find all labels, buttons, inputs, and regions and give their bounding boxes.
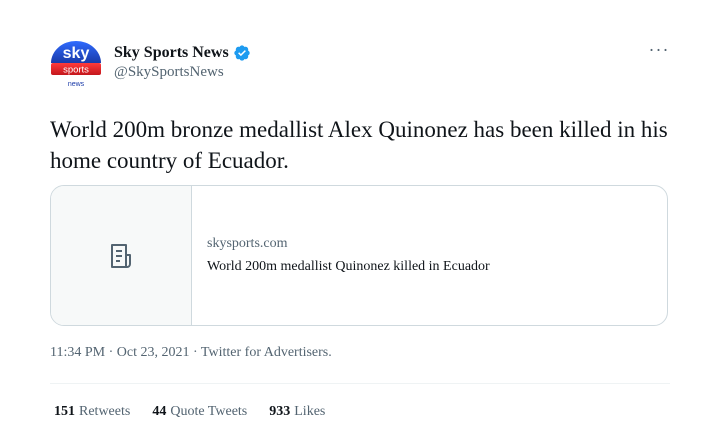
- meta-separator: ·: [193, 345, 198, 360]
- retweets-label: Retweets: [79, 404, 131, 419]
- tweet-time[interactable]: 11:34 PM: [50, 345, 105, 360]
- tweet-stats: 151 Retweets 44 Quote Tweets 933 Likes: [54, 404, 325, 420]
- quote-tweets-label: Quote Tweets: [170, 404, 248, 419]
- avatar[interactable]: sky sports news: [47, 37, 105, 89]
- author-name[interactable]: Sky Sports News: [114, 44, 229, 62]
- likes-count: 933: [269, 404, 291, 419]
- tweet-author: Sky Sports News @SkySportsNews: [114, 44, 251, 81]
- avatar-bottom-text: news: [68, 81, 85, 88]
- likes-label: Likes: [294, 404, 326, 419]
- link-card-thumbnail: [51, 186, 192, 325]
- avatar-top-text: sky: [63, 45, 90, 62]
- link-card-domain: skysports.com: [207, 236, 288, 251]
- author-handle[interactable]: @SkySportsNews: [114, 64, 251, 81]
- retweets-stat[interactable]: 151 Retweets: [54, 404, 130, 420]
- tweet-metadata: 11:34 PM · Oct 23, 2021 · Twitter for Ad…: [50, 345, 332, 361]
- article-icon: [111, 243, 131, 268]
- tweet-date[interactable]: Oct 23, 2021: [117, 345, 190, 360]
- retweets-count: 151: [54, 404, 75, 419]
- avatar-middle-text: sports: [63, 65, 89, 76]
- more-options-icon[interactable]: ···: [646, 40, 672, 60]
- likes-stat[interactable]: 933 Likes: [269, 404, 325, 420]
- link-card-title: World 200m medallist Quinonez killed in …: [207, 259, 490, 274]
- tweet-source[interactable]: Twitter for Advertisers.: [201, 345, 332, 360]
- quote-tweets-count: 44: [152, 404, 167, 419]
- tweet-text: World 200m bronze medallist Alex Quinone…: [50, 117, 668, 173]
- quote-tweets-stat[interactable]: 44 Quote Tweets: [152, 404, 247, 420]
- link-card[interactable]: skysports.com World 200m medallist Quino…: [50, 185, 668, 326]
- divider: [50, 383, 670, 384]
- verified-badge-icon: [233, 44, 251, 62]
- meta-separator: ·: [108, 345, 114, 360]
- sky-sports-news-logo: sky sports news: [51, 41, 101, 88]
